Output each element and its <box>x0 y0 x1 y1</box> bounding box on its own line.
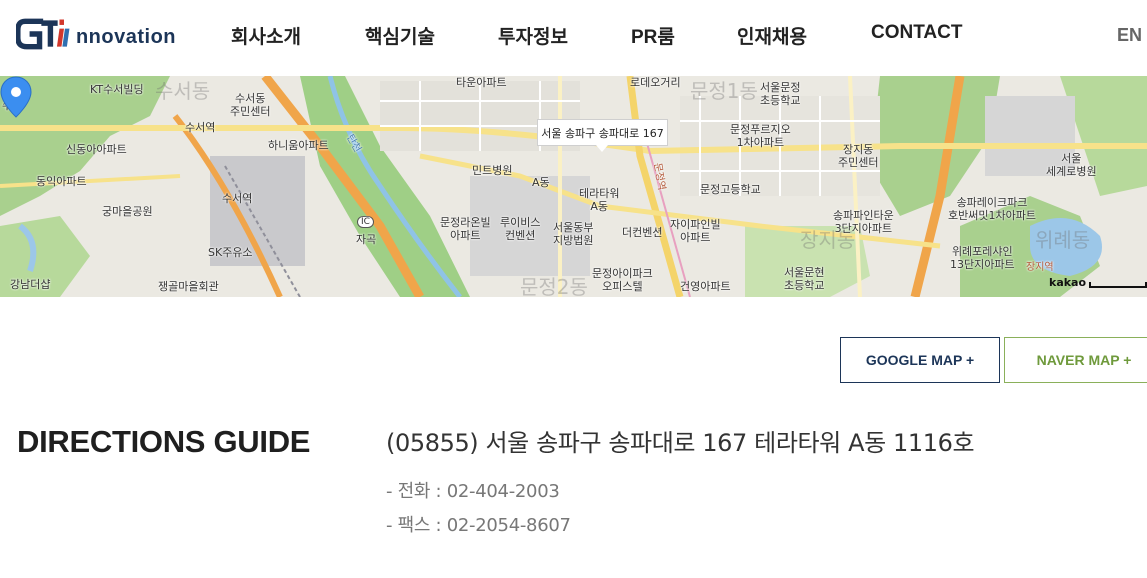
directions-title: DIRECTIONS GUIDE <box>17 424 311 459</box>
location-map[interactable]: 수서동 문정1동 장지동 위례동 문정2동 타운아파트 로데오거리 서울문정 초… <box>0 76 1147 297</box>
map-label: 장지동 주민센터 <box>838 143 879 169</box>
map-label: 건영아파트 <box>680 280 731 293</box>
logo-mark-icon <box>16 18 70 50</box>
map-label: 문정푸르지오 1차아파트 <box>730 123 791 149</box>
map-attribution: kakao <box>1049 276 1087 289</box>
map-label: A동 <box>532 176 550 189</box>
nav-contact[interactable]: CONTACT <box>871 22 962 44</box>
map-label: 문정고등학교 <box>700 183 761 196</box>
map-label: 수서역 <box>222 192 253 205</box>
naver-map-button[interactable]: NAVER MAP + <box>1004 337 1147 383</box>
map-label: 서울동부 지방법원 <box>553 221 594 247</box>
nav-recruit[interactable]: 인재채용 <box>737 22 807 49</box>
map-label: 문정아이파크 오피스텔 <box>592 267 653 293</box>
map-label-district: 수서동 <box>155 79 211 103</box>
map-label: 타운아파트 <box>456 76 507 89</box>
company-address: (05855) 서울 송파구 송파대로 167 테라타워 A동 1116호 <box>386 429 975 457</box>
map-label: 동익아파트 <box>36 175 87 188</box>
language-toggle[interactable]: EN <box>1117 25 1142 46</box>
map-label: SK주유소 <box>208 246 253 259</box>
map-label: 궁마을공원 <box>102 205 153 218</box>
map-label-district: 위례동 <box>1035 228 1091 252</box>
map-label: 자이파인빌 아파트 <box>670 218 721 244</box>
nav-investment[interactable]: 투자정보 <box>498 22 568 49</box>
map-label: 서울문정 초등학교 <box>760 81 801 107</box>
map-label: 로데오거리 <box>630 76 681 89</box>
map-scale-bar <box>1089 282 1147 288</box>
map-label: 문정라온빌 아파트 <box>440 216 491 242</box>
map-label-district: 문정2동 <box>520 275 588 298</box>
map-label: 쟁골마을회관 <box>158 280 219 293</box>
map-label-target: 테라타워 A동 <box>579 187 620 213</box>
map-label-ic: IC <box>357 216 374 229</box>
map-label: KT수서빌딩 <box>90 83 144 96</box>
map-label: 자곡 <box>356 233 377 246</box>
nav-pr-room[interactable]: PR룸 <box>631 22 675 49</box>
map-label: 송파레이크파크 호반써밋1차아파트 <box>948 196 1036 222</box>
map-label: 위례포레샤인 13단지아파트 <box>950 245 1015 271</box>
map-label: 하니움아파트 <box>268 139 329 152</box>
phone-number: - 전화 : 02-404-2003 <box>386 481 560 502</box>
logo-text: nnovation <box>75 25 176 48</box>
map-label: 신동아아파트 <box>66 143 127 156</box>
map-address-callout: 서울 송파구 송파대로 167 <box>537 119 668 152</box>
google-map-button[interactable]: GOOGLE MAP + <box>840 337 1000 383</box>
fax-number: - 팩스 : 02-2054-8607 <box>386 515 571 536</box>
map-label-district: 문정1동 <box>690 79 758 103</box>
map-label: 서울문현 초등학교 <box>784 266 825 292</box>
map-label: 서울 세계로병원 <box>1046 152 1097 178</box>
map-label: 강남더샵 <box>10 278 51 291</box>
location-pin-icon[interactable] <box>0 76 32 118</box>
map-label: 수서역 <box>185 121 216 134</box>
map-label-station: 장지역 <box>1026 262 1054 273</box>
map-label: 루이비스 컨벤션 <box>500 216 541 242</box>
nav-company[interactable]: 회사소개 <box>231 22 301 49</box>
nav-technology[interactable]: 핵심기술 <box>365 22 435 49</box>
map-label: 송파파인타운 3단지아파트 <box>833 209 894 235</box>
site-header: nnovation 회사소개 핵심기술 투자정보 PR룸 인재채용 CONTAC… <box>0 0 1147 76</box>
map-label: 더컨벤션 <box>622 226 663 239</box>
company-logo[interactable]: nnovation <box>16 12 176 56</box>
map-label: 수서동 주민센터 <box>230 92 271 118</box>
map-label: 민트병원 <box>472 164 513 177</box>
